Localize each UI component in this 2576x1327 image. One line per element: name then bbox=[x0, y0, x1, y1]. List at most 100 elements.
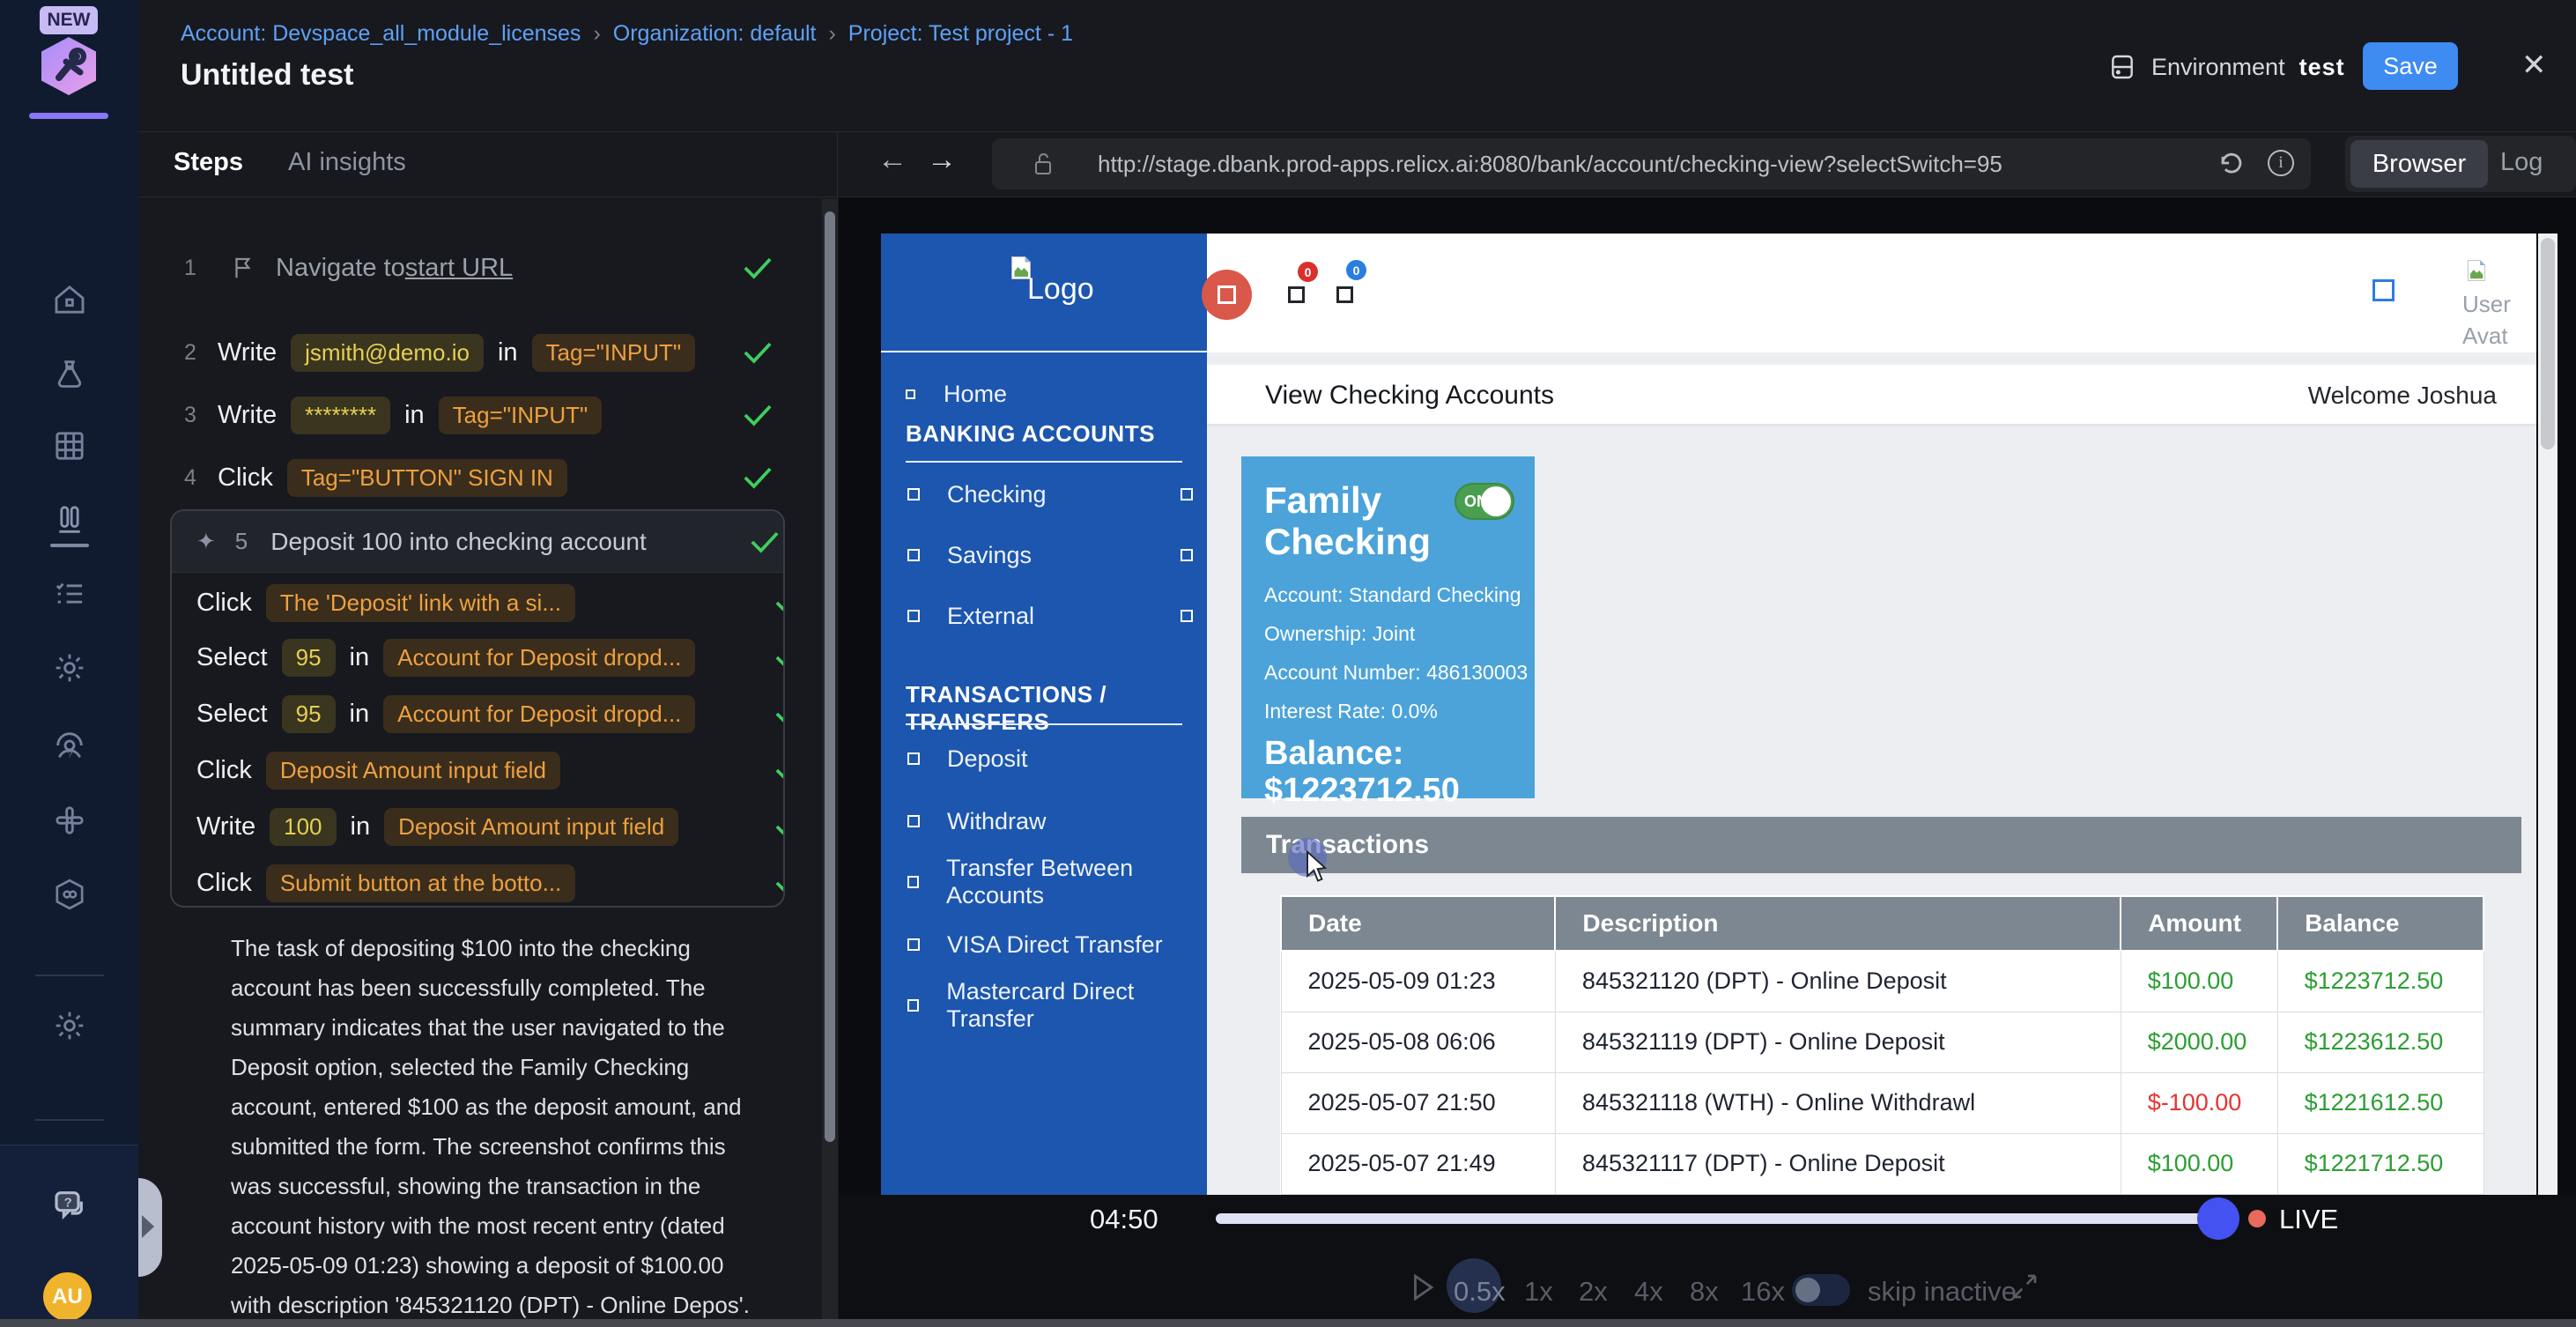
substep-target-badge[interactable]: Submit button at the botto... bbox=[266, 864, 575, 902]
table-row[interactable]: 2025-05-08 06:06 845321119 (DPT) - Onlin… bbox=[1281, 1012, 2483, 1072]
speed-8x-button[interactable]: 8x bbox=[1690, 1276, 1719, 1308]
help-chat-icon[interactable]: ? bbox=[51, 1186, 88, 1223]
step-value-badge[interactable]: ******** bbox=[291, 397, 390, 434]
checklist-icon[interactable] bbox=[51, 575, 88, 612]
toggle-square-icon[interactable] bbox=[1181, 610, 1193, 622]
speed-16x-button[interactable]: 16x bbox=[1741, 1276, 1785, 1308]
notification-icon[interactable] bbox=[1288, 286, 1305, 303]
skip-inactive-toggle[interactable] bbox=[1792, 1274, 1850, 1306]
skip-inactive-label[interactable]: skip inactive bbox=[1868, 1276, 2017, 1308]
user-avatar[interactable]: AU bbox=[43, 1272, 92, 1321]
table-row[interactable]: 2025-05-07 21:50 845321118 (WTH) - Onlin… bbox=[1281, 1072, 2483, 1133]
step-row-1[interactable]: 1 Navigate to start URL bbox=[138, 243, 790, 293]
info-icon[interactable]: i bbox=[2268, 150, 2294, 176]
table-row[interactable]: 2025-05-07 21:49 845321117 (DPT) - Onlin… bbox=[1281, 1133, 2483, 1194]
forward-arrow-icon[interactable]: → bbox=[927, 143, 957, 177]
support-agent-icon[interactable]: ? bbox=[51, 727, 88, 764]
substep-target-badge[interactable]: Account for Deposit dropd... bbox=[383, 695, 695, 733]
sidebar-item-checking[interactable]: Checking bbox=[881, 477, 1207, 512]
step-target-badge[interactable]: Tag="BUTTON" SIGN IN bbox=[287, 459, 567, 497]
step-row-2[interactable]: 2 Write jsmith@demo.io in Tag="INPUT" bbox=[138, 328, 790, 377]
tab-steps[interactable]: Steps bbox=[174, 148, 243, 177]
substep-target-badge[interactable]: The 'Deposit' link with a si... bbox=[266, 584, 575, 622]
account-card[interactable]: Family Checking ON Account: Standard Che… bbox=[1241, 456, 1535, 798]
column-header-balance[interactable]: Balance bbox=[2277, 896, 2483, 951]
substep-target-badge[interactable]: Deposit Amount input field bbox=[266, 752, 560, 790]
speed-4x-button[interactable]: 4x bbox=[1634, 1276, 1663, 1308]
test-suites-icon[interactable] bbox=[51, 501, 88, 538]
user-avatar-alt-text[interactable]: User Avat bbox=[2462, 288, 2533, 352]
substep-row[interactable]: Select 95 in Account for Deposit dropd..… bbox=[196, 634, 778, 680]
column-header-amount[interactable]: Amount bbox=[2121, 896, 2277, 951]
steps-scrollbar-thumb[interactable] bbox=[825, 211, 835, 1142]
panel-collapse-handle[interactable] bbox=[138, 1178, 162, 1277]
header-square-icon[interactable] bbox=[2372, 279, 2395, 301]
tab-browser[interactable]: Browser bbox=[2350, 140, 2488, 188]
speed-1x-button[interactable]: 1x bbox=[1524, 1276, 1553, 1308]
bank-logo[interactable]: Logo bbox=[1027, 272, 1094, 307]
home-icon[interactable] bbox=[51, 281, 88, 318]
substep-row[interactable]: Click Deposit Amount input field bbox=[196, 747, 778, 793]
substep-row[interactable]: Click Submit button at the botto... bbox=[196, 860, 778, 906]
substep-value-badge[interactable]: 95 bbox=[282, 639, 336, 677]
back-arrow-icon[interactable]: ← bbox=[877, 143, 907, 177]
start-url-link[interactable]: start URL bbox=[405, 254, 513, 283]
timeline-slider[interactable] bbox=[1216, 1213, 2204, 1224]
environment-value[interactable]: test bbox=[2299, 54, 2345, 81]
page-title[interactable]: Untitled test bbox=[181, 58, 353, 93]
save-button[interactable]: Save bbox=[2363, 42, 2458, 90]
sidebar-item-deposit[interactable]: Deposit bbox=[881, 741, 1207, 776]
sidebar-item-transfer[interactable]: Transfer Between Accounts bbox=[881, 864, 1207, 900]
close-icon[interactable]: ✕ bbox=[2521, 48, 2547, 83]
step-target-badge[interactable]: Tag="INPUT" bbox=[439, 397, 603, 434]
substep-target-badge[interactable]: Deposit Amount input field bbox=[384, 808, 678, 846]
settings-gear-icon[interactable] bbox=[51, 649, 88, 686]
substep-row[interactable]: Click The 'Deposit' link with a si... bbox=[196, 580, 778, 626]
admin-gear-icon[interactable] bbox=[51, 1007, 88, 1044]
step-group-header[interactable]: ✦ 5 Deposit 100 into checking account bbox=[172, 511, 783, 573]
column-header-date[interactable]: Date bbox=[1281, 896, 1555, 951]
breadcrumb-account[interactable]: Account: Devspace_all_module_licenses bbox=[181, 21, 581, 46]
url-bar[interactable]: http://stage.dbank.prod-apps.relicx.ai:8… bbox=[992, 138, 2311, 189]
sidebar-item-mastercard[interactable]: Mastercard Direct Transfer bbox=[881, 988, 1207, 1023]
sidebar-item-external[interactable]: External bbox=[881, 598, 1207, 634]
app-logo[interactable] bbox=[41, 37, 96, 95]
step-value-badge[interactable]: jsmith@demo.io bbox=[291, 334, 484, 372]
breadcrumb-organization[interactable]: Organization: default bbox=[613, 21, 817, 46]
url-text[interactable]: http://stage.dbank.prod-apps.relicx.ai:8… bbox=[1098, 151, 2002, 178]
play-button[interactable] bbox=[1410, 1272, 1436, 1302]
lab-flask-icon[interactable] bbox=[51, 355, 88, 392]
sidebar-item-savings[interactable]: Savings bbox=[881, 537, 1207, 573]
substep-value-badge[interactable]: 100 bbox=[270, 808, 336, 846]
expand-icon[interactable] bbox=[2010, 1272, 2039, 1301]
substep-value-badge[interactable]: 95 bbox=[282, 695, 336, 733]
speed-2x-button[interactable]: 2x bbox=[1579, 1276, 1608, 1308]
toggle-square-icon[interactable] bbox=[1181, 549, 1193, 561]
reload-icon[interactable] bbox=[2217, 148, 2247, 178]
menu-toggle-button[interactable] bbox=[1202, 270, 1252, 320]
sidebar-item-withdraw[interactable]: Withdraw bbox=[881, 804, 1207, 839]
step-row-4[interactable]: 4 Click Tag="BUTTON" SIGN IN bbox=[138, 453, 790, 502]
substep-row[interactable]: Select 95 in Account for Deposit dropd..… bbox=[196, 691, 778, 737]
page-scrollbar-thumb[interactable] bbox=[2541, 238, 2555, 449]
substep-row[interactable]: Write 100 in Deposit Amount input field bbox=[196, 804, 778, 849]
grid-icon[interactable] bbox=[51, 427, 88, 464]
page-scrollbar[interactable] bbox=[2538, 234, 2557, 1195]
slack-icon[interactable] bbox=[51, 802, 88, 839]
table-row[interactable]: 2025-05-09 01:23 845321120 (DPT) - Onlin… bbox=[1281, 951, 2483, 1012]
sidebar-item-visa[interactable]: VISA Direct Transfer bbox=[881, 927, 1207, 962]
sidebar-item-home[interactable]: Home bbox=[881, 376, 1207, 411]
tab-ai-insights[interactable]: AI insights bbox=[288, 148, 406, 177]
account-toggle[interactable]: ON bbox=[1455, 483, 1514, 520]
timeline-slider-handle[interactable] bbox=[2197, 1197, 2239, 1240]
steps-scrollbar[interactable] bbox=[822, 199, 838, 1327]
breadcrumb-project[interactable]: Project: Test project - 1 bbox=[848, 21, 1073, 46]
integrations-icon[interactable] bbox=[51, 876, 88, 913]
step-row-3[interactable]: 3 Write ******** in Tag="INPUT" bbox=[138, 390, 790, 440]
substep-target-badge[interactable]: Account for Deposit dropd... bbox=[383, 639, 695, 677]
step-target-badge[interactable]: Tag="INPUT" bbox=[532, 334, 696, 372]
tab-log[interactable]: Log bbox=[2500, 148, 2543, 177]
message-icon[interactable] bbox=[1336, 286, 1353, 303]
column-header-description[interactable]: Description bbox=[1555, 896, 2121, 951]
toggle-square-icon[interactable] bbox=[1181, 488, 1193, 500]
